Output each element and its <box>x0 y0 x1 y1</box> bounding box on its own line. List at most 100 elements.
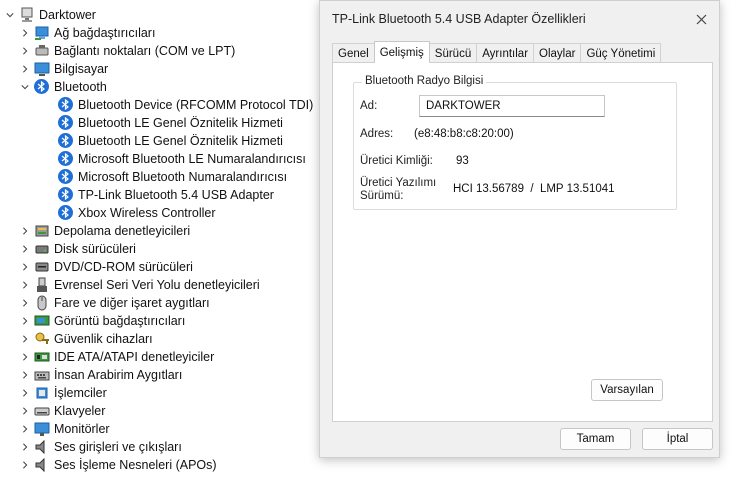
chevron-right-icon[interactable] <box>19 27 31 39</box>
keyboard-icon <box>34 403 50 419</box>
tree-item-ports[interactable]: Bağlantı noktaları (COM ve LPT) <box>19 42 235 60</box>
tree-root[interactable]: Darktower <box>4 6 96 24</box>
tree-item-storage-controllers[interactable]: Depolama denetleyicileri <box>19 222 190 240</box>
tree-item-bluetooth-device[interactable]: Bluetooth Device (RFCOMM Protocol TDI) <box>55 96 313 114</box>
tab-bar: Genel Gelişmiş Sürücü Ayrıntılar Olaylar… <box>332 41 662 63</box>
tab-driver[interactable]: Sürücü <box>428 43 478 63</box>
audio-processing-icon <box>34 457 50 473</box>
tree-item-bluetooth-device[interactable]: Microsoft Bluetooth Numaralandırıcısı <box>55 168 287 186</box>
hid-icon <box>34 367 50 383</box>
tree-item-label: Xbox Wireless Controller <box>78 206 216 220</box>
chevron-right-icon[interactable] <box>19 243 31 255</box>
port-icon <box>34 43 50 59</box>
tree-root-label: Darktower <box>39 8 96 22</box>
tree-item-label: Evrensel Seri Veri Yolu denetleyicileri <box>54 278 260 292</box>
group-title: Bluetooth Radyo Bilgisi <box>362 75 487 87</box>
tree-item-label: Bluetooth Device (RFCOMM Protocol TDI) <box>78 98 314 112</box>
manufacturer-label: Üretici Kimliği: <box>360 155 433 167</box>
chevron-right-icon[interactable] <box>19 387 31 399</box>
bluetooth-icon <box>58 187 74 203</box>
tab-advanced[interactable]: Gelişmiş <box>373 41 430 63</box>
tree-item-audio-processing[interactable]: Ses İşleme Nesneleri (APOs) <box>19 456 217 474</box>
tree-item-keyboards[interactable]: Klavyeler <box>19 402 105 420</box>
chevron-right-icon[interactable] <box>19 63 31 75</box>
chevron-right-icon[interactable] <box>19 351 31 363</box>
tree-item-label: Güvenlik cihazları <box>54 332 153 346</box>
tree-item-label: Bluetooth LE Genel Öznitelik Hizmeti <box>78 116 283 130</box>
tree-item-processors[interactable]: İşlemciler <box>19 384 107 402</box>
manufacturer-value: 93 <box>456 155 469 167</box>
tab-general[interactable]: Genel <box>332 43 375 63</box>
tree-item-label: Disk sürücüleri <box>54 242 136 256</box>
bluetooth-icon <box>58 205 74 221</box>
computer-icon <box>19 7 35 23</box>
tab-power-management[interactable]: Güç Yönetimi <box>580 43 662 63</box>
tree-item-display-adapters[interactable]: Görüntü bağdaştırıcıları <box>19 312 185 330</box>
tree-item-bluetooth-device[interactable]: Bluetooth LE Genel Öznitelik Hizmeti <box>55 132 283 150</box>
chevron-right-icon[interactable] <box>19 279 31 291</box>
chevron-right-icon[interactable] <box>19 459 31 471</box>
tree-item-bluetooth[interactable]: Bluetooth <box>19 78 107 96</box>
disk-drive-icon <box>34 241 50 257</box>
tree-item-bluetooth-device[interactable]: Bluetooth LE Genel Öznitelik Hizmeti <box>55 114 283 132</box>
tree-item-mice[interactable]: Fare ve diğer işaret aygıtları <box>19 294 210 312</box>
tree-item-label: Microsoft Bluetooth LE Numaralandırıcısı <box>78 152 306 166</box>
address-value: (e8:48:b8:c8:20:00) <box>414 128 514 140</box>
chevron-right-icon[interactable] <box>19 369 31 381</box>
tree-item-label: Ses girişleri ve çıkışları <box>54 440 182 454</box>
chevron-right-icon[interactable] <box>19 297 31 309</box>
display-adapter-icon <box>34 313 50 329</box>
tree-item-security-devices[interactable]: Güvenlik cihazları <box>19 330 153 348</box>
properties-dialog: TP-Link Bluetooth 5.4 USB Adapter Özelli… <box>319 0 720 458</box>
tree-item-label: Monitörler <box>54 422 110 436</box>
chevron-right-icon[interactable] <box>19 333 31 345</box>
tree-item-bluetooth-device[interactable]: Microsoft Bluetooth LE Numaralandırıcısı <box>55 150 306 168</box>
tree-item-disk-drives[interactable]: Disk sürücüleri <box>19 240 136 258</box>
tree-item-monitors[interactable]: Monitörler <box>19 420 110 438</box>
chevron-right-icon[interactable] <box>19 261 31 273</box>
tree-item-hid[interactable]: İnsan Arabirim Aygıtları <box>19 366 182 384</box>
cancel-button[interactable]: İptal <box>642 428 713 450</box>
chevron-right-icon[interactable] <box>19 45 31 57</box>
tab-details[interactable]: Ayrıntılar <box>476 43 535 63</box>
tree-item-label: Klavyeler <box>54 404 106 418</box>
chevron-down-icon[interactable] <box>19 81 31 93</box>
tree-item-bluetooth-device[interactable]: TP-Link Bluetooth 5.4 USB Adapter <box>55 186 274 204</box>
tree-item-label: Bilgisayar <box>54 62 109 76</box>
ok-button[interactable]: Tamam <box>560 428 631 450</box>
tree-item-ide-controllers[interactable]: IDE ATA/ATAPI denetleyiciler <box>19 348 214 366</box>
firmware-value: HCI 13.56789 / LMP 13.51041 <box>453 183 615 195</box>
tab-events[interactable]: Olaylar <box>533 43 582 63</box>
tree-item-label: DVD/CD-ROM sürücüleri <box>54 260 193 274</box>
chevron-right-icon[interactable] <box>19 423 31 435</box>
bluetooth-icon <box>58 115 74 131</box>
tree-item-network-adapters[interactable]: Ağ bağdaştırıcıları <box>19 24 155 42</box>
default-button[interactable]: Varsayılan <box>591 379 663 401</box>
tab-panel-advanced: Bluetooth Radyo Bilgisi Ad: Adres: (e8:4… <box>332 62 713 422</box>
chevron-right-icon[interactable] <box>19 405 31 417</box>
chevron-right-icon[interactable] <box>19 441 31 453</box>
tree-item-label: İşlemciler <box>54 386 107 400</box>
tree-item-bluetooth-device[interactable]: Xbox Wireless Controller <box>55 204 216 222</box>
tree-item-label: Görüntü bağdaştırıcıları <box>54 314 186 328</box>
computer-icon <box>34 61 50 77</box>
dialog-titlebar[interactable]: TP-Link Bluetooth 5.4 USB Adapter Özelli… <box>320 1 719 37</box>
tree-item-dvd-drives[interactable]: DVD/CD-ROM sürücüleri <box>19 258 193 276</box>
bluetooth-icon <box>58 133 74 149</box>
tree-item-usb-controllers[interactable]: Evrensel Seri Veri Yolu denetleyicileri <box>19 276 260 294</box>
tree-item-audio-io[interactable]: Ses girişleri ve çıkışları <box>19 438 182 456</box>
bluetooth-icon <box>34 79 50 95</box>
chevron-right-icon[interactable] <box>19 225 31 237</box>
close-icon[interactable] <box>691 9 711 29</box>
chevron-right-icon[interactable] <box>19 315 31 327</box>
tree-item-computer[interactable]: Bilgisayar <box>19 60 108 78</box>
chevron-down-icon[interactable] <box>4 9 16 21</box>
name-label: Ad: <box>360 100 378 112</box>
tree-item-label: Ağ bağdaştırıcıları <box>54 26 156 40</box>
tree-item-label: İnsan Arabirim Aygıtları <box>54 368 183 382</box>
name-field[interactable] <box>419 95 605 117</box>
bluetooth-icon <box>58 97 74 113</box>
tree-item-label: Microsoft Bluetooth Numaralandırıcısı <box>78 170 288 184</box>
firmware-label-line1: Üretici Yazılımı <box>360 177 437 189</box>
dialog-title: TP-Link Bluetooth 5.4 USB Adapter Özelli… <box>332 12 586 26</box>
